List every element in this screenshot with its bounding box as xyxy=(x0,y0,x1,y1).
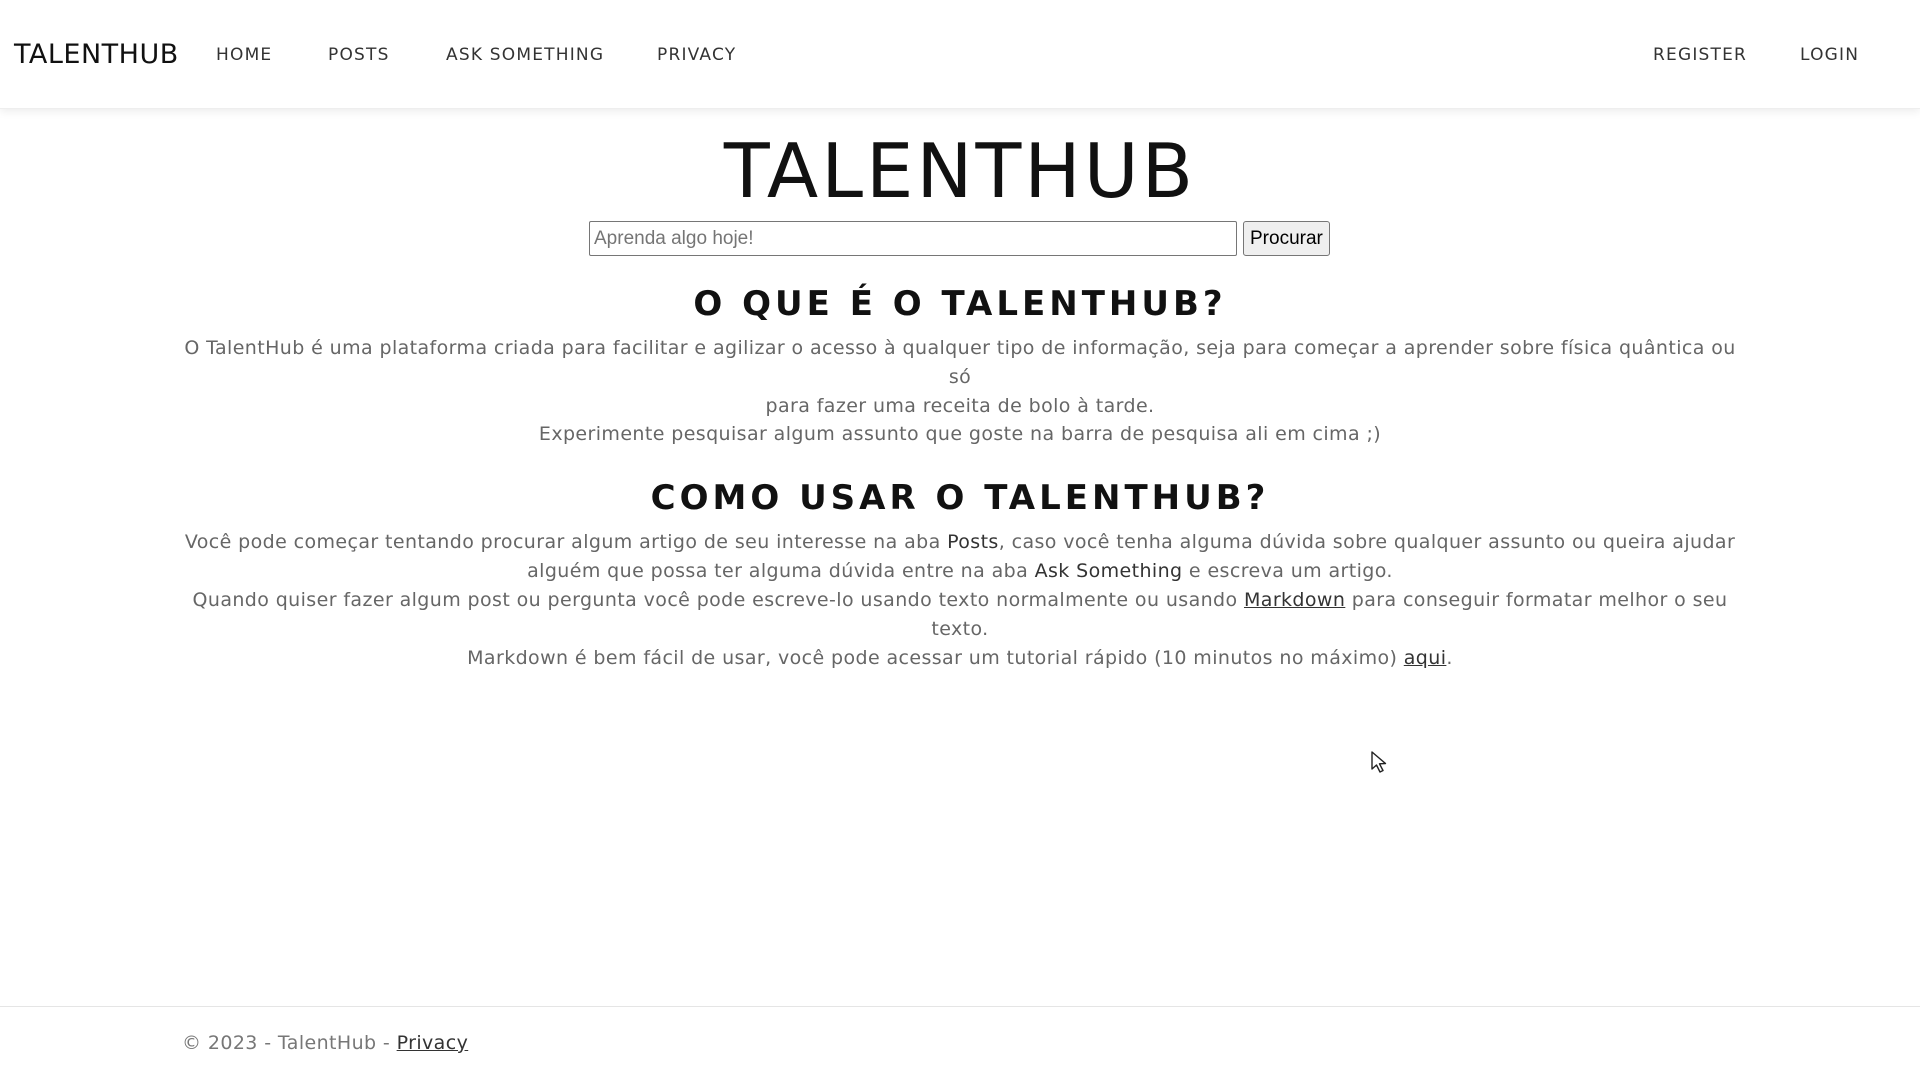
search-input[interactable] xyxy=(589,221,1237,256)
nav-link-posts[interactable]: POSTS xyxy=(328,45,390,65)
hero-title: TALENTHUB xyxy=(723,127,1197,215)
brand-logo-link[interactable]: TALENTHUB xyxy=(14,38,179,72)
mouse-pointer-icon xyxy=(1371,751,1387,773)
posts-reference: Posts xyxy=(947,531,999,553)
nav-link-home[interactable]: HOME xyxy=(216,45,272,65)
nav-link-ask-something[interactable]: ASK SOMETHING xyxy=(446,45,604,65)
paragraph-line: para fazer uma receita de bolo à tarde. xyxy=(765,395,1155,417)
nav-link-register[interactable]: REGISTER xyxy=(1653,45,1747,65)
top-navbar: TALENTHUB HOME POSTS ASK SOMETHING PRIVA… xyxy=(0,0,1920,109)
nav-link-login[interactable]: LOGIN xyxy=(1800,45,1859,65)
copyright-text: © 2023 - TalentHub - xyxy=(182,1032,397,1054)
paragraph-text: Quando quiser fazer algum post ou pergun… xyxy=(192,589,1244,611)
section-heading-what-is: O QUE É O TALENTHUB? xyxy=(693,284,1227,324)
section-how-to-use-paragraph: Você pode começar tentando procurar algu… xyxy=(180,528,1740,673)
paragraph-text: , caso você tenha alguma dúvida sobre qu… xyxy=(998,531,1736,553)
paragraph-text: . xyxy=(1446,647,1453,669)
paragraph-text: alguém que possa ter alguma dúvida entre… xyxy=(527,560,1035,582)
nav-link-privacy[interactable]: PRIVACY xyxy=(657,45,736,65)
paragraph-text: Você pode começar tentando procurar algu… xyxy=(184,531,948,553)
page-footer: © 2023 - TalentHub - Privacy xyxy=(0,1006,1920,1080)
paragraph-text: e escreva um artigo. xyxy=(1182,560,1393,582)
search-button[interactable]: Procurar xyxy=(1243,221,1330,256)
ask-something-reference: Ask Something xyxy=(1034,560,1183,582)
section-what-is-paragraph: O TalentHub é uma plataforma criada para… xyxy=(180,334,1740,421)
markdown-link[interactable]: Markdown xyxy=(1244,589,1345,611)
section-heading-how-to-use: COMO USAR O TALENTHUB? xyxy=(650,478,1270,518)
search-tip-text: Experimente pesquisar algum assunto que … xyxy=(538,423,1382,445)
paragraph-text: Markdown é bem fácil de usar, você pode … xyxy=(467,647,1404,669)
footer-privacy-link[interactable]: Privacy xyxy=(397,1032,469,1054)
tutorial-link[interactable]: aqui xyxy=(1404,647,1447,669)
paragraph-line: O TalentHub é uma plataforma criada para… xyxy=(184,337,1736,388)
footer-text: © 2023 - TalentHub - Privacy xyxy=(182,1031,468,1055)
